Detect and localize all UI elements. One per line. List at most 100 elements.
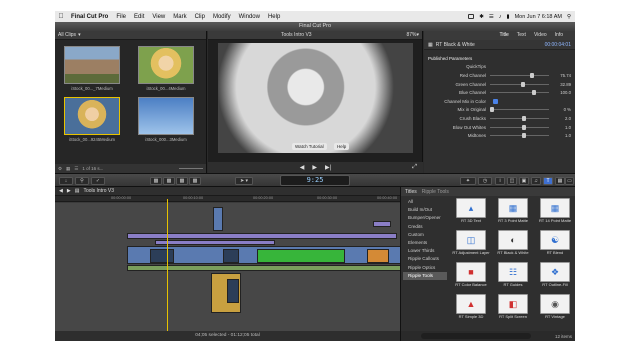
param-value[interactable]: 1.0 bbox=[553, 133, 571, 138]
title-clip[interactable] bbox=[373, 221, 391, 227]
playhead[interactable] bbox=[167, 199, 168, 331]
outline-icon[interactable]: ❖ bbox=[540, 262, 570, 282]
video-clip[interactable] bbox=[150, 249, 174, 263]
select-tool-button[interactable]: ➤ ▾ bbox=[235, 177, 253, 185]
import-button[interactable]: ↓ bbox=[59, 177, 73, 185]
title-clip[interactable] bbox=[155, 240, 275, 245]
menu-window[interactable]: Window bbox=[235, 14, 264, 20]
slider-knob[interactable] bbox=[532, 90, 537, 96]
title-item[interactable]: ◫ RT Adjustment Layer bbox=[451, 230, 491, 260]
bluetooth-icon[interactable]: ✱ bbox=[479, 14, 484, 20]
back-icon[interactable]: ◀ bbox=[59, 188, 63, 194]
menu-app[interactable]: Final Cut Pro bbox=[67, 14, 112, 20]
matte-icon[interactable]: ▦ bbox=[540, 198, 570, 218]
overwrite-edit-button[interactable]: ▩ bbox=[189, 177, 201, 185]
param-slider[interactable] bbox=[490, 81, 549, 87]
timeline-tracks[interactable] bbox=[55, 203, 431, 331]
timeline-ruler[interactable]: 00:00:00:00 00:00:10:00 00:00:20:00 00:0… bbox=[55, 196, 400, 202]
clip-thumbnail[interactable]: iStock_00..._7Medium bbox=[60, 46, 124, 91]
clip-image-sky[interactable] bbox=[138, 97, 194, 135]
help-button[interactable]: Help bbox=[334, 143, 350, 150]
title-item[interactable]: ◉ RT Vintage bbox=[535, 294, 575, 324]
chevron-down-icon[interactable]: ▾ bbox=[416, 32, 419, 38]
category-item[interactable]: Credits bbox=[403, 223, 447, 231]
volume-icon[interactable]: ♪ bbox=[499, 14, 502, 20]
param-value[interactable]: 75.74 bbox=[553, 73, 571, 78]
param-slider[interactable] bbox=[490, 107, 549, 113]
slider-knob[interactable] bbox=[520, 81, 525, 87]
append-edit-button[interactable]: ▩ bbox=[176, 177, 188, 185]
film-icon[interactable]: ◉ bbox=[540, 294, 570, 314]
menu-view[interactable]: View bbox=[148, 14, 169, 20]
music-button[interactable]: ♫ bbox=[531, 177, 541, 185]
wifi-icon[interactable]: ☰ bbox=[489, 14, 494, 20]
category-item[interactable]: Custom bbox=[403, 231, 447, 239]
play-icon[interactable]: ▶ bbox=[312, 164, 317, 171]
generators-button[interactable]: ▦ bbox=[555, 177, 565, 185]
param-slider[interactable] bbox=[490, 124, 549, 130]
menu-file[interactable]: File bbox=[112, 14, 130, 20]
fullscreen-icon[interactable]: ⤢ bbox=[412, 164, 417, 171]
param-value[interactable]: 2.0 bbox=[553, 116, 571, 121]
bw-icon[interactable]: ◐ bbox=[498, 230, 528, 250]
keyword-button[interactable]: ⚲ bbox=[75, 177, 89, 185]
param-slider[interactable] bbox=[490, 115, 549, 121]
title-item[interactable]: ◧ RT Split Screen bbox=[493, 294, 533, 324]
slider-knob[interactable] bbox=[522, 124, 527, 130]
retime-button[interactable]: ◷ bbox=[478, 177, 492, 185]
cube-icon[interactable]: ▲ bbox=[456, 294, 486, 314]
title-item[interactable]: ◐ RT Black & White bbox=[493, 230, 533, 260]
title-item[interactable]: ❖ RT Outline-Fill bbox=[535, 262, 575, 292]
3d-text-icon[interactable]: ▴ bbox=[456, 198, 486, 218]
slider-knob[interactable] bbox=[530, 72, 535, 78]
slider-knob[interactable] bbox=[522, 115, 527, 121]
title-item[interactable]: ▦ RT 14 Point Matte bbox=[535, 198, 575, 228]
param-slider[interactable] bbox=[490, 90, 549, 96]
category-item-selected[interactable]: Ripple Tools bbox=[403, 271, 447, 280]
title-item[interactable]: ▲ RT Simple 3D bbox=[451, 294, 491, 324]
clip-image-woman-portrait[interactable] bbox=[64, 97, 120, 135]
gear-icon[interactable]: ⚙ bbox=[58, 166, 62, 172]
list-view-icon[interactable]: ☰ bbox=[74, 166, 78, 172]
greenscreen-clip[interactable] bbox=[257, 249, 345, 263]
tab-titles[interactable]: Titles bbox=[405, 189, 417, 195]
title-item[interactable]: ▦ RT 3 Point Matte bbox=[493, 198, 533, 228]
forward-icon[interactable]: ▶ bbox=[67, 188, 71, 194]
category-item[interactable]: All bbox=[403, 198, 447, 206]
clip-thumbnail[interactable]: iStock_000...3Medium bbox=[134, 97, 198, 142]
tab-text[interactable]: Text bbox=[517, 31, 526, 40]
menu-modify[interactable]: Modify bbox=[209, 14, 235, 20]
dashboard-timecode[interactable]: 9:25 bbox=[280, 175, 350, 186]
zoom-slider[interactable] bbox=[179, 168, 203, 169]
title-item[interactable]: ■ RT Color Balance bbox=[451, 262, 491, 292]
tab-info[interactable]: Info bbox=[555, 31, 563, 40]
color-balance-icon[interactable]: ■ bbox=[456, 262, 486, 282]
menu-clip[interactable]: Clip bbox=[191, 14, 209, 20]
themes-button[interactable]: ▭ bbox=[565, 177, 574, 185]
category-item[interactable]: Ripple Optics bbox=[403, 264, 447, 272]
clip-image-woman-smiling[interactable] bbox=[138, 46, 194, 84]
tab-ripple-tools[interactable]: Ripple Tools bbox=[422, 189, 449, 195]
video-clip[interactable] bbox=[223, 249, 239, 263]
apple-menu-icon[interactable]:  bbox=[55, 13, 67, 20]
video-clip[interactable] bbox=[367, 249, 389, 263]
insert-edit-button[interactable]: ▩ bbox=[163, 177, 175, 185]
tab-title[interactable]: Title bbox=[500, 31, 509, 40]
next-frame-icon[interactable]: ▶| bbox=[325, 164, 331, 171]
category-item[interactable]: Elements bbox=[403, 239, 447, 247]
title-item[interactable]: ☯ RT Blend bbox=[535, 230, 575, 260]
menu-edit[interactable]: Edit bbox=[130, 14, 148, 20]
layers-icon[interactable]: ◫ bbox=[456, 230, 486, 250]
category-item[interactable]: Build In/Out bbox=[403, 206, 447, 214]
video-frame[interactable]: Watch Tutorial Help bbox=[218, 43, 413, 153]
tab-video[interactable]: Video bbox=[534, 31, 547, 40]
photos-button[interactable]: ▣ bbox=[519, 177, 529, 185]
clip-image-building[interactable] bbox=[64, 46, 120, 84]
effects-button[interactable]: ◫ bbox=[507, 177, 517, 185]
titles-search-input[interactable] bbox=[421, 333, 531, 339]
param-slider[interactable] bbox=[490, 72, 549, 78]
filmstrip-view-icon[interactable]: ▦ bbox=[66, 166, 70, 172]
slider-knob[interactable] bbox=[522, 133, 527, 139]
channel-mix-checkbox[interactable] bbox=[493, 98, 498, 104]
inspector-button[interactable]: i bbox=[495, 177, 505, 185]
